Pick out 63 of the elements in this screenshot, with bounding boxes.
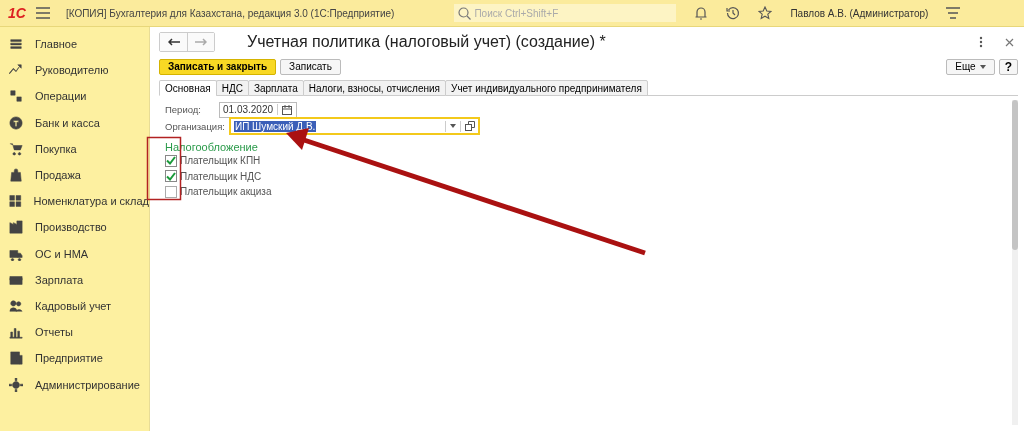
tab[interactable]: Основная (159, 80, 217, 96)
tab[interactable]: Налоги, взносы, отчисления (302, 80, 447, 96)
organization-label: Организация: (165, 120, 225, 132)
section-icon (9, 220, 23, 235)
search-field[interactable]: Поиск Ctrl+Shift+F (454, 4, 677, 22)
section-icon (9, 141, 23, 156)
back-button[interactable] (160, 33, 187, 51)
sidebar-item[interactable]: Номенклатура и склад (0, 188, 149, 215)
sidebar-item[interactable]: Руководителю (0, 57, 149, 84)
section-icon (9, 298, 23, 313)
menu-icon[interactable] (946, 7, 961, 19)
sidebar-item[interactable]: Главное (0, 31, 149, 58)
more-button[interactable]: Еще (946, 58, 995, 75)
sidebar-item[interactable]: Операции (0, 83, 149, 110)
user-name[interactable]: Павлов А.В. (Администратор) (790, 7, 929, 19)
sidebar-item[interactable]: ОС и НМА (0, 240, 149, 267)
menu-icon[interactable] (35, 7, 50, 19)
sidebar-item[interactable]: Кадровый учет (0, 292, 149, 320)
sidebar-item[interactable]: Администрирование (0, 371, 149, 398)
checkbox-label: Плательщик акциза (180, 186, 272, 198)
sidebar-item[interactable]: Покупка (0, 135, 149, 162)
section-icon (9, 89, 23, 104)
save-and-close-button[interactable]: Записать и закрыть (159, 58, 277, 75)
star-icon[interactable] (758, 6, 773, 20)
help-button[interactable]: ? (998, 58, 1018, 75)
period-field[interactable]: 01.03.2020 (219, 101, 297, 118)
arrow-left-icon (167, 38, 180, 46)
open-icon[interactable] (464, 121, 475, 131)
save-button[interactable]: Записать (280, 58, 341, 75)
bell-icon[interactable] (694, 6, 709, 20)
section-icon (9, 351, 23, 366)
sidebar-item[interactable]: Отчеты (0, 319, 149, 346)
scrollbar[interactable] (1012, 100, 1018, 425)
section-icon (9, 168, 23, 183)
history-icon[interactable] (726, 6, 741, 20)
section-icon (9, 377, 23, 392)
checkbox-label: Плательщик КПН (180, 155, 261, 167)
sidebar-item[interactable]: Банк и касса (0, 109, 149, 136)
dropdown-icon[interactable] (449, 124, 456, 128)
section-icon (9, 325, 23, 340)
sidebar-item[interactable]: Производство (0, 214, 149, 241)
section-icon (9, 115, 23, 130)
tab[interactable]: НДС (215, 80, 249, 96)
checkbox[interactable] (165, 185, 177, 198)
form-title: Учетная политика (налоговый учет) (создание) * (247, 33, 607, 51)
checkbox[interactable] (165, 154, 177, 167)
sidebar-item[interactable]: Продажа (0, 161, 149, 189)
more-icon[interactable] (979, 36, 983, 48)
close-icon[interactable] (1005, 37, 1014, 47)
calendar-icon[interactable] (282, 104, 293, 115)
section-icon (9, 194, 22, 209)
app-title: [КОПИЯ] Бухгалтерия для Казахстана, редакция 3.0 (1С:Предприятие) (65, 7, 395, 19)
tab[interactable]: Зарплата (247, 80, 304, 96)
app-logo: 1С (8, 5, 26, 21)
sidebar-item[interactable]: Зарплата (0, 266, 149, 293)
tab[interactable]: Учет индивидуального предпринимателя (445, 80, 648, 96)
caret-icon (979, 64, 986, 69)
checkbox[interactable] (165, 170, 177, 183)
sidebar-item[interactable]: Предприятие (0, 345, 149, 372)
checkbox-label: Плательщик НДС (180, 170, 262, 182)
arrow-right-icon (195, 38, 207, 46)
section-icon (9, 37, 23, 52)
period-label: Период: (165, 104, 202, 115)
